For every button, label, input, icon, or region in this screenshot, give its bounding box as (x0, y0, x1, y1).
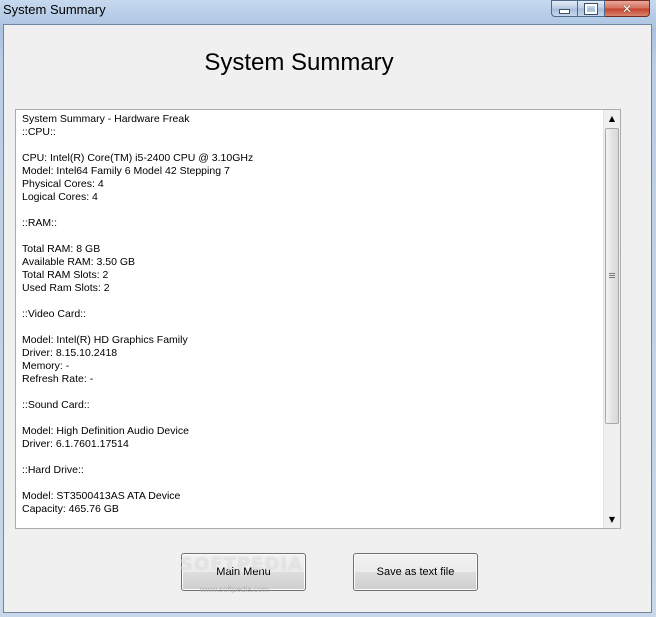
watermark-url: www.softpedia.com (200, 585, 269, 594)
summary-line: ::CPU:: (22, 126, 56, 138)
maximize-button[interactable] (578, 0, 605, 17)
maximize-icon (584, 2, 598, 15)
summary-line (22, 412, 600, 425)
scroll-up-arrow-icon[interactable]: ▲ (604, 110, 620, 127)
summary-line: Used Ram Slots: 2 (22, 282, 110, 294)
grip-icon (609, 273, 615, 279)
scroll-down-arrow-icon[interactable]: ▼ (604, 511, 620, 528)
summary-line: ::Hard Drive:: (22, 464, 84, 476)
summary-line: Driver: 8.15.10.2418 (22, 347, 118, 359)
summary-line: CPU: Intel(R) Core(TM) i5-2400 CPU @ 3.1… (22, 152, 254, 164)
summary-line (22, 451, 600, 464)
summary-line: ::Sound Card:: (22, 399, 90, 411)
summary-line: ::RAM:: (22, 217, 58, 229)
summary-line (22, 204, 600, 217)
summary-line: Available RAM: 3.50 GB (22, 256, 136, 268)
summary-line (22, 477, 600, 490)
title-bar[interactable]: System Summary ✕ (0, 0, 656, 22)
watermark-brand: SOFTPEDIA (180, 554, 303, 575)
summary-line (22, 295, 600, 308)
summary-text: System Summary - Hardware Freak::CPU:: CP… (22, 113, 600, 516)
summary-line (22, 139, 600, 152)
scrollbar-thumb[interactable] (605, 128, 619, 424)
summary-line: Model: Intel(R) HD Graphics Family (22, 334, 188, 346)
window-frame: System Summary ✕ System Summary System S… (0, 0, 656, 617)
summary-line (22, 321, 600, 334)
window-title: System Summary (3, 2, 106, 17)
summary-line: Logical Cores: 4 (22, 191, 98, 203)
summary-line: System Summary - Hardware Freak (22, 113, 190, 125)
summary-line: Total RAM: 8 GB (22, 243, 101, 255)
close-button[interactable]: ✕ (605, 0, 650, 17)
vertical-scrollbar[interactable]: ▲ ▼ (603, 110, 620, 528)
summary-line: Model: ST3500413AS ATA Device (22, 490, 181, 502)
summary-line: Driver: 6.1.7601.17514 (22, 438, 129, 450)
summary-line: Physical Cores: 4 (22, 178, 104, 190)
save-as-text-button[interactable]: Save as text file (353, 553, 478, 591)
caption-buttons: ✕ (551, 0, 650, 17)
summary-line: Capacity: 465.76 GB (22, 503, 119, 515)
summary-line: Total RAM Slots: 2 (22, 269, 109, 281)
summary-line: Model: High Definition Audio Device (22, 425, 189, 437)
summary-line: Refresh Rate: - (22, 373, 94, 385)
minimize-icon (559, 9, 570, 14)
minimize-button[interactable] (551, 0, 578, 17)
summary-line: Model: Intel64 Family 6 Model 42 Steppin… (22, 165, 230, 177)
close-icon: ✕ (621, 1, 633, 16)
client-area: System Summary System Summary - Hardware… (3, 24, 652, 613)
summary-line (22, 386, 600, 399)
page-title: System Summary (204, 49, 394, 76)
summary-line: ::Video Card:: (22, 308, 87, 320)
summary-line: Memory: - (22, 360, 70, 372)
summary-textbox[interactable]: System Summary - Hardware Freak::CPU:: CP… (15, 109, 621, 529)
summary-line (22, 230, 600, 243)
